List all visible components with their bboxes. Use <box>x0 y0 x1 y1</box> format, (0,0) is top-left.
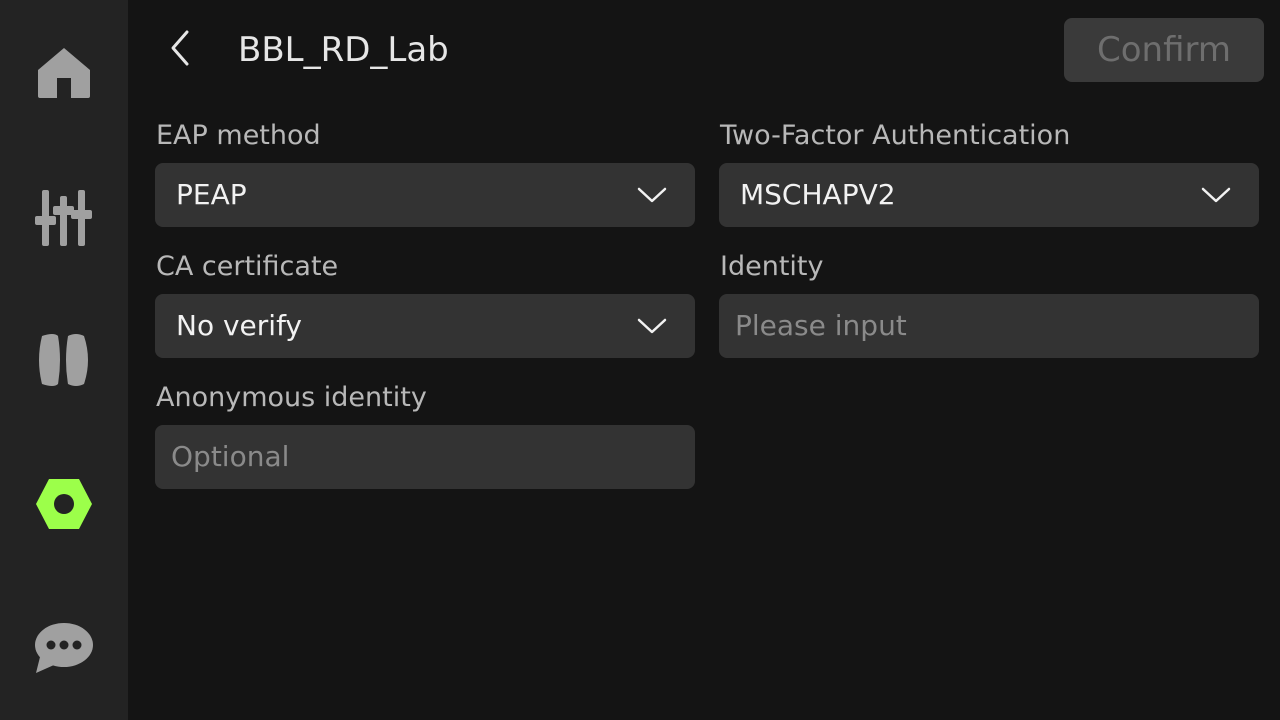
message-icon <box>34 621 94 675</box>
settings-icon <box>34 477 94 531</box>
back-button[interactable] <box>156 26 204 74</box>
filament-icon <box>38 332 90 388</box>
sidebar-item-settings[interactable] <box>0 444 128 564</box>
eap-method-value: PEAP <box>176 178 247 211</box>
home-icon <box>36 44 92 100</box>
ca-certificate-value: No verify <box>176 309 302 342</box>
identity-placeholder: Please input <box>735 309 907 342</box>
sidebar-item-messages[interactable] <box>0 588 128 708</box>
identity-label: Identity <box>720 251 824 282</box>
chevron-left-icon <box>165 28 195 72</box>
confirm-button[interactable]: Confirm <box>1064 18 1264 82</box>
page-title: BBL_RD_Lab <box>238 30 449 70</box>
sidebar-item-home[interactable] <box>0 12 128 132</box>
chevron-down-icon <box>637 183 667 207</box>
sidebar-item-filament[interactable] <box>0 300 128 420</box>
eap-method-label: EAP method <box>156 120 321 151</box>
sidebar-item-controls[interactable] <box>0 156 128 276</box>
eap-method-select[interactable]: PEAP <box>155 163 695 227</box>
wifi-enterprise-settings-screen: BBL_RD_Lab Confirm EAP method PEAP Two-F… <box>0 0 1280 720</box>
ca-certificate-select[interactable]: No verify <box>155 294 695 358</box>
sliders-icon <box>34 186 94 246</box>
chevron-down-icon <box>1201 183 1231 207</box>
chevron-down-icon <box>637 314 667 338</box>
two-factor-value: MSCHAPV2 <box>740 178 896 211</box>
anonymous-identity-label: Anonymous identity <box>156 382 427 413</box>
two-factor-select[interactable]: MSCHAPV2 <box>719 163 1259 227</box>
ca-certificate-label: CA certificate <box>156 251 339 282</box>
identity-input[interactable]: Please input <box>719 294 1259 358</box>
anonymous-identity-placeholder: Optional <box>171 440 290 473</box>
sidebar <box>0 0 128 720</box>
two-factor-label: Two-Factor Authentication <box>720 120 1071 151</box>
anonymous-identity-input[interactable]: Optional <box>155 425 695 489</box>
